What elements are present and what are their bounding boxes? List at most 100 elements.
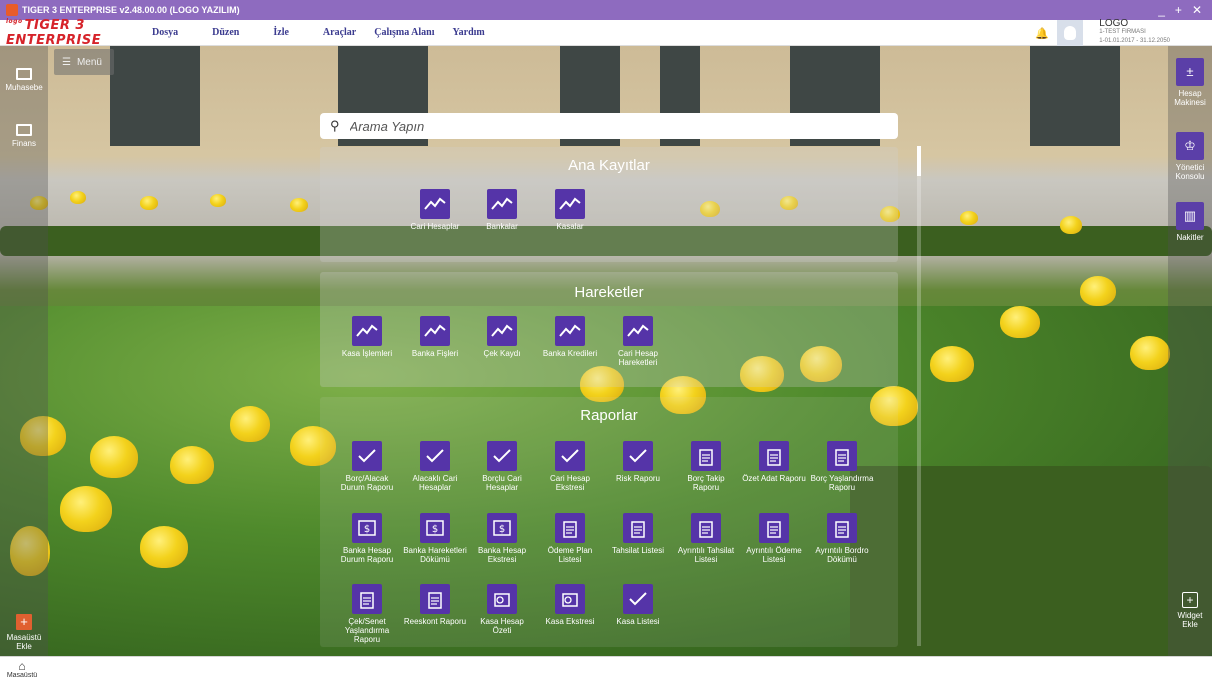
tile-rapor[interactable]: Kasa Hesap Özeti <box>470 584 534 635</box>
maximize-button[interactable]: + <box>1175 3 1182 17</box>
tile-ana-kayit[interactable]: Kasalar <box>538 189 602 231</box>
menu-yardim[interactable]: Yardım <box>453 27 485 38</box>
tile-ana-kayit[interactable]: Cari Hesaplar <box>403 189 467 231</box>
close-button[interactable]: ✕ <box>1192 3 1202 17</box>
plus-icon: + <box>16 614 32 630</box>
tile-rapor[interactable]: $ Banka Hesap Ekstresi <box>470 513 534 564</box>
scrollbar-track[interactable] <box>917 146 921 646</box>
report-icon <box>555 441 585 471</box>
tile-label: Kasa İşlemleri <box>341 349 393 358</box>
calculator-label: Hesap Makinesi <box>1174 89 1206 107</box>
tile-rapor[interactable]: Borç/Alacak Durum Raporu <box>335 441 399 492</box>
admin-console-button[interactable]: ♔ Yönetici Konsolu <box>1170 132 1210 181</box>
report-icon <box>352 316 382 346</box>
menu-dosya[interactable]: Dosya <box>152 27 178 38</box>
home-icon: ⌂ <box>18 659 26 673</box>
add-widget-button[interactable]: + Widget Ekle <box>1170 592 1210 629</box>
tile-label: Ayrıntılı Tahsilat Listesi <box>677 546 735 564</box>
tile-rapor[interactable]: $ Banka Hareketleri Dökümü <box>403 513 467 564</box>
shield-icon <box>1064 25 1077 40</box>
cash-label: Nakitler <box>1176 233 1204 242</box>
menu-duzen[interactable]: Düzen <box>212 27 239 38</box>
sidebar-item-muhasebe[interactable]: Muhasebe <box>0 68 48 92</box>
menu-izle[interactable]: İzle <box>273 27 289 38</box>
tile-rapor[interactable]: Ayrıntılı Tahsilat Listesi <box>674 513 738 564</box>
monitor-icon <box>16 68 32 80</box>
search-icon: ⚲ <box>330 118 340 133</box>
tile-rapor[interactable]: Ayrıntılı Bordro Dökümü <box>810 513 874 564</box>
sidebar-item-label: Finans <box>11 139 36 148</box>
menu-button-label: Menü <box>76 56 102 68</box>
company-info[interactable]: LOGO 1-TEST FIRMASI 1-01.01.2017 - 31.12… <box>1099 19 1170 46</box>
tile-rapor[interactable]: Cari Hesap Ekstresi <box>538 441 602 492</box>
cash-button[interactable]: ▥ Nakitler <box>1170 202 1210 242</box>
tile-label: Kasa Listesi <box>616 617 660 626</box>
tile-rapor[interactable]: Ödeme Plan Listesi <box>538 513 602 564</box>
window-controls: _ + ✕ <box>1158 3 1212 17</box>
report-icon <box>420 441 450 471</box>
sidebar-item-label: Muhasebe <box>5 83 43 92</box>
home-button[interactable]: ⌂ Masaüstü <box>6 660 38 679</box>
tile-label: Çek Kaydı <box>483 349 521 358</box>
tile-rapor[interactable]: Tahsilat Listesi <box>606 513 670 555</box>
bottom-bar: ⌂ Masaüstü <box>0 656 1212 687</box>
tile-ana-kayit[interactable]: Bankalar <box>470 189 534 231</box>
menu-calisma-alani[interactable]: Çalışma Alanı <box>374 27 434 38</box>
bg-window <box>1030 46 1120 146</box>
tile-rapor[interactable]: Risk Raporu <box>606 441 670 483</box>
report-icon <box>623 316 653 346</box>
report-icon <box>623 513 653 543</box>
bell-icon[interactable]: 🔔 <box>1035 27 1049 40</box>
monitor-icon <box>16 124 32 136</box>
tile-rapor[interactable]: $ Banka Hesap Durum Raporu <box>335 513 399 564</box>
tile-label: Banka Hesap Ekstresi <box>477 546 527 564</box>
bg-window <box>110 46 200 146</box>
tile-label: Banka Hareketleri Dökümü <box>403 546 467 564</box>
scrollbar-thumb[interactable] <box>917 146 921 176</box>
tile-rapor[interactable]: Borçlu Cari Hesaplar <box>470 441 534 492</box>
report-icon <box>623 441 653 471</box>
tile-rapor[interactable]: Çek/Senet Yaşlandırma Raporu <box>335 584 399 644</box>
sidebar-item-finans[interactable]: Finans <box>0 124 48 148</box>
report-icon: $ <box>487 513 517 543</box>
report-icon <box>487 584 517 614</box>
tile-label: Ayrıntılı Bordro Dökümü <box>815 546 869 564</box>
avatar[interactable] <box>1057 19 1084 46</box>
report-icon <box>759 513 789 543</box>
tile-rapor[interactable]: Ayrıntılı Ödeme Listesi <box>742 513 806 564</box>
tile-rapor[interactable]: Özet Adat Raporu <box>742 441 806 483</box>
calculator-icon: ± <box>1176 58 1204 86</box>
tile-rapor[interactable]: Alacaklı Cari Hesaplar <box>403 441 467 492</box>
tile-label: Alacaklı Cari Hesaplar <box>412 474 458 492</box>
tile-rapor[interactable]: Reeskont Raporu <box>403 584 467 626</box>
add-desktop-label: Masaüstü Ekle <box>6 633 42 651</box>
tile-label: Risk Raporu <box>615 474 660 483</box>
tile-label: Çek/Senet Yaşlandırma Raporu <box>344 617 390 644</box>
book-icon: ▥ <box>1176 202 1204 230</box>
calculator-button[interactable]: ± Hesap Makinesi <box>1170 58 1210 107</box>
brand-logo: logo TIGER 3 ENTERPRISE <box>6 17 102 48</box>
menu-araclar[interactable]: Araçlar <box>323 27 356 38</box>
tile-hareket[interactable]: Banka Kredileri <box>538 316 602 358</box>
tile-rapor[interactable]: Kasa Ekstresi <box>538 584 602 626</box>
tile-label: Bankalar <box>486 222 518 231</box>
tile-hareket[interactable]: Cari Hesap Hareketleri <box>606 316 670 367</box>
tile-hareket[interactable]: Banka Fişleri <box>403 316 467 358</box>
menu-button[interactable]: ☰ Menü <box>54 49 114 75</box>
section-title: Ana Kayıtlar <box>568 157 650 174</box>
section-title: Hareketler <box>574 284 644 301</box>
company-firm: 1-TEST FIRMASI <box>1099 29 1146 35</box>
add-desktop-button[interactable]: + Masaüstü Ekle <box>0 614 48 651</box>
tile-hareket[interactable]: Kasa İşlemleri <box>335 316 399 358</box>
report-icon <box>555 513 585 543</box>
search-bar[interactable]: ⚲ <box>320 113 898 139</box>
report-icon <box>623 584 653 614</box>
svg-text:$: $ <box>364 524 370 535</box>
tile-label: Tahsilat Listesi <box>611 546 665 555</box>
minimize-button[interactable]: _ <box>1158 3 1165 17</box>
tile-rapor[interactable]: Borç Yaşlandırma Raporu <box>810 441 874 492</box>
search-input[interactable] <box>349 118 870 134</box>
tile-hareket[interactable]: Çek Kaydı <box>470 316 534 358</box>
tile-rapor[interactable]: Kasa Listesi <box>606 584 670 626</box>
tile-rapor[interactable]: Borç Takip Raporu <box>674 441 738 492</box>
